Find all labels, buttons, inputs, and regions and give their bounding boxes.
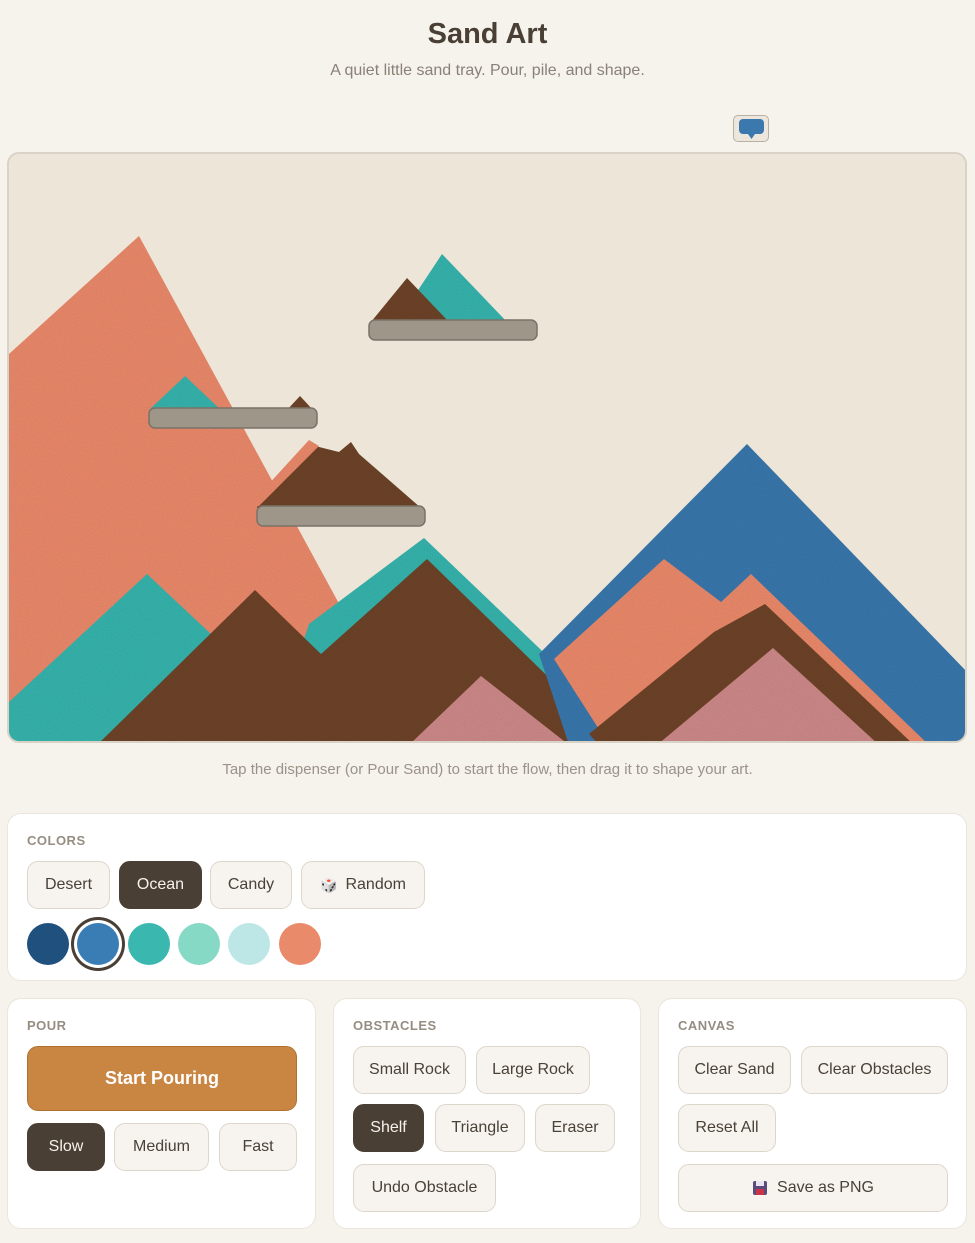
- save-png-button[interactable]: Save as PNG: [678, 1164, 948, 1212]
- undo-obstacle-button[interactable]: Undo Obstacle: [353, 1164, 496, 1212]
- shelf-button[interactable]: Shelf: [353, 1104, 424, 1152]
- swatch-mint[interactable]: [178, 923, 220, 965]
- speech-bubble-icon: [739, 119, 764, 139]
- triangle-button[interactable]: Triangle: [435, 1104, 525, 1152]
- sand-dispenser[interactable]: [733, 115, 769, 142]
- swatch-teal[interactable]: [128, 923, 170, 965]
- obstacles-label: OBSTACLES: [353, 1018, 437, 1033]
- speed-fast-button[interactable]: Fast: [219, 1123, 297, 1171]
- small-rock-button[interactable]: Small Rock: [353, 1046, 466, 1094]
- colors-label: COLORS: [27, 833, 86, 848]
- canvas-panel: CANVAS Clear Sand Clear Obstacles Reset …: [658, 998, 967, 1229]
- palette-desert-button[interactable]: Desert: [27, 861, 110, 909]
- palette-ocean-button[interactable]: Ocean: [119, 861, 202, 909]
- start-pouring-button[interactable]: Start Pouring: [27, 1046, 297, 1111]
- speed-slow-button[interactable]: Slow: [27, 1123, 105, 1171]
- reset-all-button[interactable]: Reset All: [678, 1104, 776, 1152]
- colors-panel: COLORS Desert Ocean Candy 🎲 Random: [7, 813, 967, 981]
- sand-canvas[interactable]: [7, 152, 967, 743]
- page-subtitle: A quiet little sand tray. Pour, pile, an…: [330, 62, 645, 79]
- page-title: Sand Art: [427, 18, 548, 50]
- swatch-blue[interactable]: [77, 923, 119, 965]
- dice-icon: 🎲: [320, 876, 338, 893]
- shelf-obstacle-left: [148, 407, 318, 429]
- shelf-obstacle-top: [368, 319, 538, 341]
- canvas-label: CANVAS: [678, 1018, 735, 1033]
- large-rock-button[interactable]: Large Rock: [476, 1046, 590, 1094]
- palette-random-label: Random: [345, 876, 406, 893]
- swatch-salmon[interactable]: [279, 923, 321, 965]
- save-png-label: Save as PNG: [777, 1179, 874, 1196]
- eraser-button[interactable]: Eraser: [535, 1104, 615, 1152]
- palette-candy-button[interactable]: Candy: [210, 861, 292, 909]
- pour-label: POUR: [27, 1018, 67, 1033]
- swatch-dark-blue[interactable]: [27, 923, 69, 965]
- swatch-light-aqua[interactable]: [228, 923, 270, 965]
- floppy-disk-icon: [753, 1181, 768, 1195]
- shelf-obstacle-mid: [256, 505, 426, 527]
- clear-obstacles-button[interactable]: Clear Obstacles: [801, 1046, 948, 1094]
- clear-sand-button[interactable]: Clear Sand: [678, 1046, 791, 1094]
- obstacles-panel: OBSTACLES Small Rock Large Rock Shelf Tr…: [333, 998, 641, 1229]
- canvas-hint: Tap the dispenser (or Pour Sand) to star…: [222, 761, 753, 778]
- speed-medium-button[interactable]: Medium: [114, 1123, 209, 1171]
- pour-panel: POUR Start Pouring Slow Medium Fast: [7, 998, 316, 1229]
- palette-random-button[interactable]: 🎲 Random: [301, 861, 425, 909]
